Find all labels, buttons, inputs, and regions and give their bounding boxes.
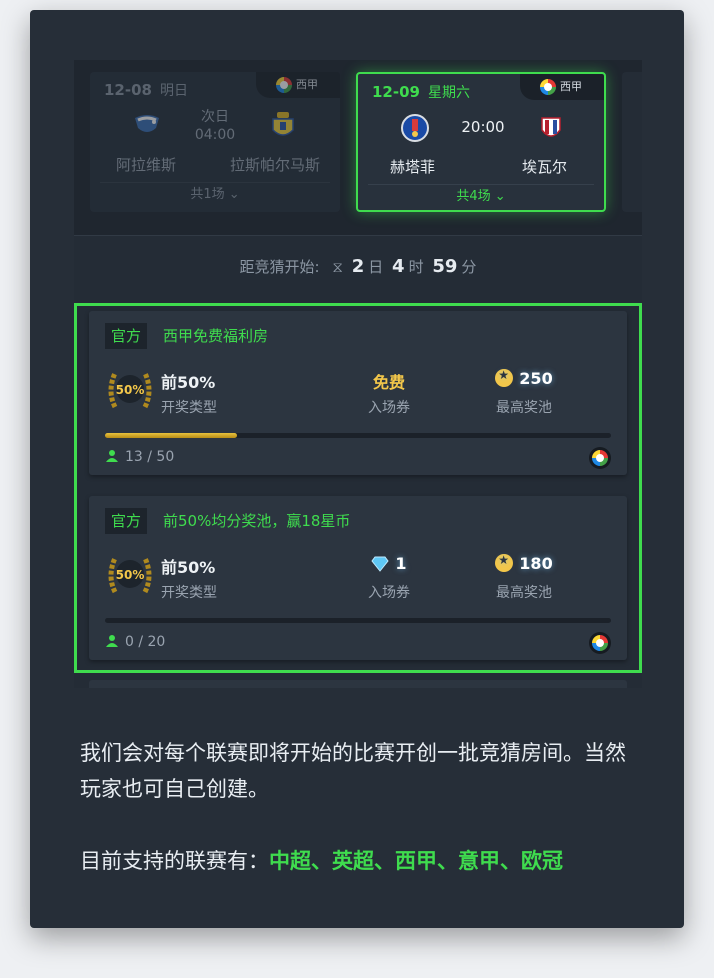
entry-value: 1 bbox=[359, 554, 419, 573]
diamond-icon bbox=[371, 556, 390, 572]
room-card[interactable]: 官方 西甲免费福利房 50% 前50% 开奖类型 免费 入场券 250 最高奖池… bbox=[89, 311, 627, 475]
player-count: 0 / 20 bbox=[105, 634, 165, 650]
official-tag: 官方 bbox=[105, 508, 148, 534]
countdown: 距竞猜开始: ⧖ 2日 4时 59 分 bbox=[239, 256, 477, 277]
laliga-icon bbox=[592, 635, 608, 651]
alaves-crest-icon bbox=[135, 115, 159, 132]
badge-text: 50% bbox=[116, 568, 145, 582]
eibar-crest-icon bbox=[541, 117, 561, 137]
away-team: 埃瓦尔 bbox=[522, 158, 568, 176]
match-card-getafe[interactable]: 12-09 星期六 西甲 20:00 赫塔菲 埃瓦尔 共4场 ⌄ bbox=[356, 72, 606, 212]
supported-leagues: 目前支持的联赛有：中超、英超、西甲、意甲、欧冠 bbox=[80, 849, 563, 873]
match-time: 20:00 bbox=[461, 118, 505, 136]
player-count: 13 / 50 bbox=[105, 449, 174, 465]
pool-label: 最高奖池 bbox=[496, 400, 552, 416]
room-card-next[interactable] bbox=[89, 680, 627, 688]
badge-text: 50% bbox=[116, 383, 145, 397]
type-label: 开奖类型 bbox=[161, 400, 217, 416]
getafe-crest-icon bbox=[401, 114, 429, 142]
progress-bar bbox=[105, 618, 611, 623]
match-date: 12-09 星期六 bbox=[372, 83, 470, 101]
entry-label: 入场券 bbox=[368, 400, 410, 416]
type-value: 前50% bbox=[161, 558, 216, 577]
match-time: 次日 04:00 bbox=[194, 109, 236, 143]
app-screenshot: 12-08 明日 西甲 次日 04:00 阿拉维斯 拉斯帕尔马斯 共1场 ⌄ 1… bbox=[74, 60, 642, 688]
pool-value: 180 bbox=[484, 553, 564, 573]
entry-label: 入场券 bbox=[368, 585, 410, 601]
star-coin-icon bbox=[495, 553, 514, 572]
laurel-badge-icon: 50% bbox=[108, 371, 152, 409]
person-icon bbox=[106, 635, 118, 647]
star-coin-icon bbox=[495, 368, 514, 387]
match-selector: 12-08 明日 西甲 次日 04:00 阿拉维斯 拉斯帕尔马斯 共1场 ⌄ 1… bbox=[74, 60, 642, 236]
match-date: 12-08 明日 bbox=[104, 81, 188, 99]
match-card-next[interactable] bbox=[622, 72, 642, 212]
progress-fill bbox=[105, 433, 237, 438]
laliga-icon bbox=[276, 77, 292, 93]
official-tag: 官方 bbox=[105, 323, 148, 349]
laurel-badge-icon: 50% bbox=[108, 556, 152, 594]
match-count[interactable]: 共1场 ⌄ bbox=[100, 182, 330, 208]
room-card[interactable]: 官方 前50%均分奖池，赢18星币 50% 前50% 开奖类型 1 入场券 18… bbox=[89, 496, 627, 660]
home-team: 赫塔菲 bbox=[390, 158, 436, 176]
home-team: 阿拉维斯 bbox=[116, 156, 177, 174]
entry-value: 免费 bbox=[372, 373, 405, 392]
away-team: 拉斯帕尔马斯 bbox=[230, 156, 321, 174]
league-badge bbox=[589, 447, 611, 469]
progress-bar bbox=[105, 433, 611, 438]
pool-label: 最高奖池 bbox=[496, 585, 552, 601]
hourglass-icon: ⧖ bbox=[332, 258, 343, 276]
room-title: 西甲免费福利房 bbox=[163, 327, 269, 345]
type-value: 前50% bbox=[161, 373, 216, 392]
person-icon bbox=[106, 450, 118, 462]
description-text: 我们会对每个联赛即将开始的比赛开创一批竞猜房间。当然玩家也可自己创建。 bbox=[80, 741, 626, 801]
league-tag: 西甲 bbox=[256, 72, 340, 98]
type-label: 开奖类型 bbox=[161, 585, 217, 601]
league-badge bbox=[589, 632, 611, 654]
room-title: 前50%均分奖池，赢18星币 bbox=[163, 512, 351, 530]
laliga-icon bbox=[592, 450, 608, 466]
league-tag: 西甲 bbox=[520, 74, 604, 100]
laliga-icon bbox=[540, 79, 556, 95]
pool-value: 250 bbox=[484, 368, 564, 388]
match-card-alaves[interactable]: 12-08 明日 西甲 次日 04:00 阿拉维斯 拉斯帕尔马斯 共1场 ⌄ bbox=[90, 72, 340, 212]
match-count[interactable]: 共4场 ⌄ bbox=[368, 184, 594, 210]
las-palmas-crest-icon bbox=[272, 112, 294, 136]
